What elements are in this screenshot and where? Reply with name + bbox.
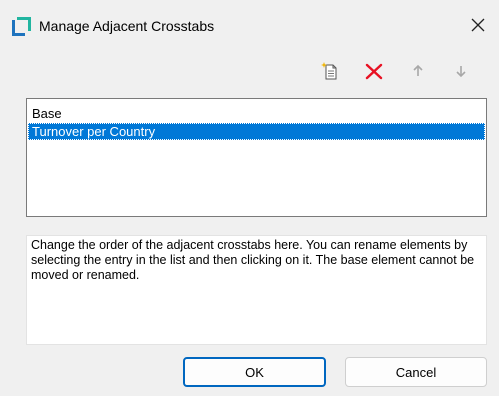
list-item-base[interactable]: Base bbox=[28, 105, 485, 122]
close-icon bbox=[471, 18, 485, 35]
description-text: Change the order of the adjacent crossta… bbox=[31, 238, 475, 282]
new-item-button[interactable] bbox=[318, 60, 342, 84]
move-up-button[interactable] bbox=[406, 60, 430, 84]
move-down-button[interactable] bbox=[449, 60, 473, 84]
description-panel: Change the order of the adjacent crossta… bbox=[26, 235, 487, 345]
new-item-icon bbox=[320, 61, 340, 84]
title-bar: Manage Adjacent Crosstabs bbox=[0, 0, 499, 50]
arrow-down-icon bbox=[454, 64, 468, 81]
crosstab-app-icon bbox=[12, 17, 31, 36]
close-button[interactable] bbox=[466, 14, 490, 38]
cancel-button[interactable]: Cancel bbox=[345, 357, 487, 387]
ok-button[interactable]: OK bbox=[183, 357, 326, 387]
window-title: Manage Adjacent Crosstabs bbox=[39, 18, 215, 34]
delete-button[interactable] bbox=[362, 60, 386, 84]
arrow-up-icon bbox=[411, 64, 425, 81]
delete-icon bbox=[365, 62, 383, 83]
crosstab-list[interactable]: Base Turnover per Country bbox=[26, 98, 487, 217]
list-item-turnover-per-country[interactable]: Turnover per Country bbox=[28, 123, 485, 140]
